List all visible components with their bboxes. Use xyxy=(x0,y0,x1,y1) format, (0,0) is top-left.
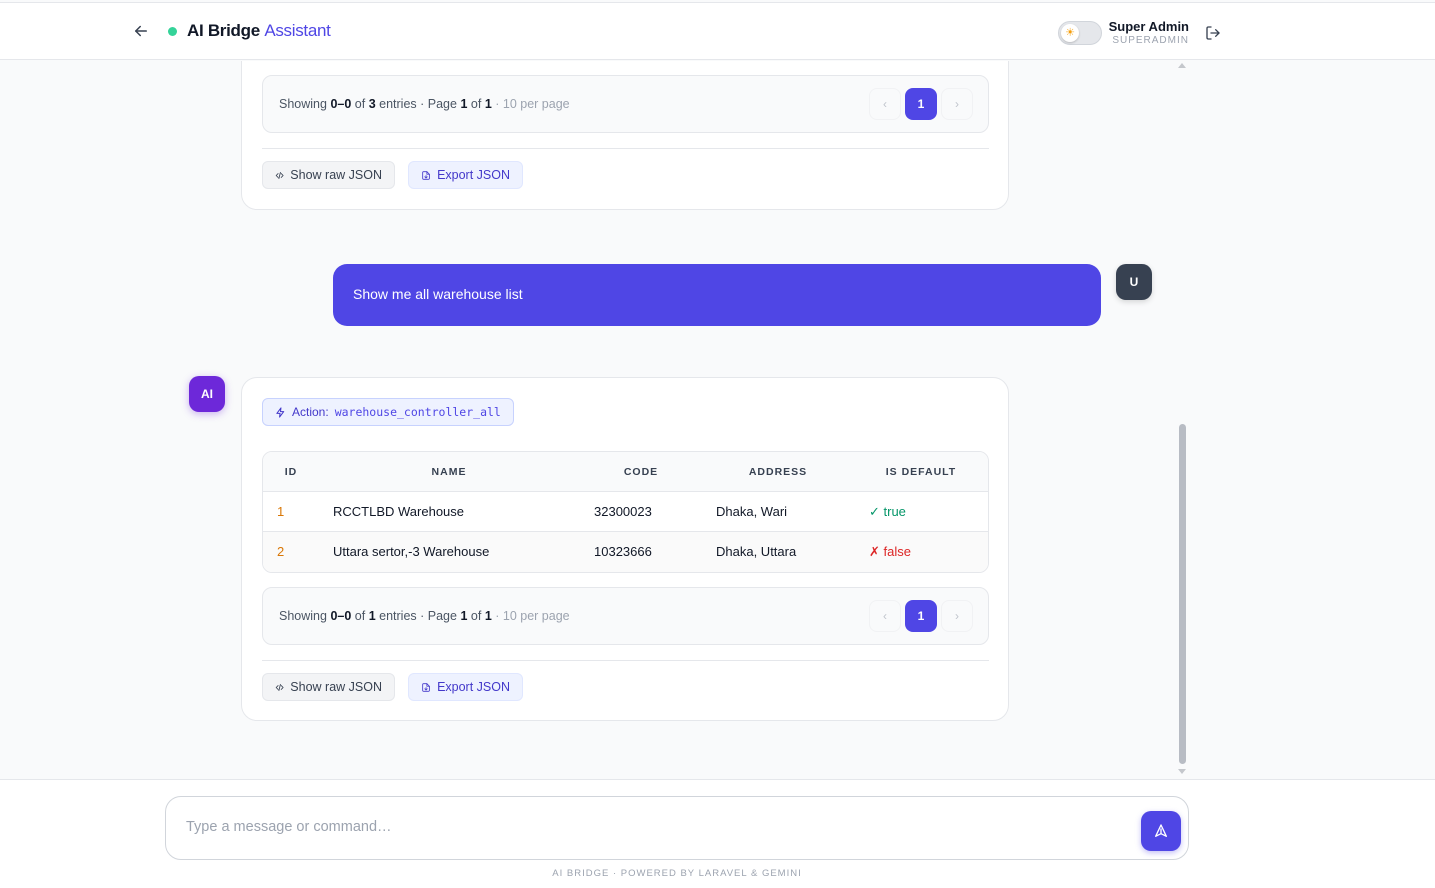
page-title: AI Bridge Assistant xyxy=(187,21,331,41)
column-header-id[interactable]: ID xyxy=(277,466,305,478)
show-raw-json-button[interactable]: Show raw JSON xyxy=(262,673,395,701)
action-badge: Action: warehouse_controller_all xyxy=(262,398,514,426)
logout-icon xyxy=(1206,26,1220,40)
cell-id: 1 xyxy=(277,504,285,519)
previous-result-card: Showing 0–0 of 3 entries · Page 1 of 1 ·… xyxy=(241,61,1009,210)
table-row: 2 Uttara sertor,-3 Warehouse 10323666 Dh… xyxy=(263,532,988,572)
pagination-bar: Showing 0–0 of 1 entries · Page 1 of 1 ·… xyxy=(262,587,989,645)
logout-button[interactable] xyxy=(1204,24,1222,42)
title-bold: AI Bridge xyxy=(187,21,260,40)
send-button[interactable] xyxy=(1141,811,1181,851)
code-icon xyxy=(275,683,284,691)
export-json-button[interactable]: Export JSON xyxy=(408,161,523,189)
ai-avatar: AI xyxy=(189,376,225,412)
scroll-up-arrow[interactable] xyxy=(1178,63,1186,68)
warehouse-table: ID NAME CODE ADDRESS IS DEFAULT 1 RCCTLB… xyxy=(262,451,989,573)
bolt-icon xyxy=(276,406,285,418)
prev-page-button[interactable]: ‹ xyxy=(869,88,901,120)
pagination-summary: Showing 0–0 of 1 entries · Page 1 of 1 ·… xyxy=(279,609,570,623)
column-header-address[interactable]: ADDRESS xyxy=(723,466,833,478)
export-json-button[interactable]: Export JSON xyxy=(408,673,523,701)
footer-note: AI BRIDGE · POWERED BY LARAVEL & GEMINI xyxy=(552,868,802,879)
column-header-is-default[interactable]: IS DEFAULT xyxy=(875,466,967,478)
arrow-left-icon xyxy=(135,25,147,37)
user-message-text: Show me all warehouse list xyxy=(353,286,523,302)
action-code: warehouse_controller_all xyxy=(334,405,501,419)
chevron-left-icon: ‹ xyxy=(883,97,887,111)
file-export-icon xyxy=(422,170,430,180)
table-row: 1 RCCTLBD Warehouse 32300023 Dhaka, Wari… xyxy=(263,492,988,532)
cell-name: RCCTLBD Warehouse xyxy=(333,504,465,519)
ai-response-card: Action: warehouse_controller_all ID NAME… xyxy=(241,377,1009,721)
chat-scroll-area[interactable]: Showing 0–0 of 3 entries · Page 1 of 1 ·… xyxy=(0,61,1435,779)
app-header: AI Bridge Assistant ☀ Super Admin SUPERA… xyxy=(0,2,1435,60)
pagination-summary: Showing 0–0 of 3 entries · Page 1 of 1 ·… xyxy=(279,97,570,111)
column-header-code[interactable]: CODE xyxy=(603,466,679,478)
next-page-button[interactable]: › xyxy=(941,600,973,632)
column-header-name[interactable]: NAME xyxy=(383,466,515,478)
table-header: ID NAME CODE ADDRESS IS DEFAULT xyxy=(263,452,988,492)
online-status-dot xyxy=(168,27,177,36)
divider xyxy=(262,148,989,149)
page-number-button[interactable]: 1 xyxy=(905,88,937,120)
message-input[interactable] xyxy=(186,815,1126,839)
scroll-down-arrow[interactable] xyxy=(1178,769,1186,774)
sun-icon: ☀ xyxy=(1061,24,1079,42)
title-accent: Assistant xyxy=(264,21,331,40)
cell-code: 10323666 xyxy=(594,544,652,559)
next-page-button[interactable]: › xyxy=(941,88,973,120)
send-icon xyxy=(1155,824,1167,837)
chevron-right-icon: › xyxy=(955,97,959,111)
cell-code: 32300023 xyxy=(594,504,652,519)
back-button[interactable] xyxy=(130,20,152,42)
cell-id: 2 xyxy=(277,544,285,559)
prev-page-button[interactable]: ‹ xyxy=(869,600,901,632)
cell-is-default: ✗ false xyxy=(869,544,911,559)
scrollbar-thumb[interactable] xyxy=(1179,424,1186,764)
cell-name: Uttara sertor,-3 Warehouse xyxy=(333,544,490,559)
message-composer xyxy=(165,796,1189,860)
user-name: Super Admin xyxy=(1108,19,1189,34)
user-role: SUPERADMIN xyxy=(1112,35,1189,46)
cell-address: Dhaka, Uttara xyxy=(716,544,797,559)
user-message-bubble: Show me all warehouse list xyxy=(333,264,1101,326)
pagination-bar: Showing 0–0 of 3 entries · Page 1 of 1 ·… xyxy=(262,75,989,133)
composer-bar: AI BRIDGE · POWERED BY LARAVEL & GEMINI xyxy=(0,779,1435,888)
theme-toggle[interactable]: ☀ xyxy=(1058,21,1102,45)
show-raw-json-button[interactable]: Show raw JSON xyxy=(262,161,395,189)
cell-address: Dhaka, Wari xyxy=(716,504,788,519)
code-icon xyxy=(275,171,284,179)
chevron-right-icon: › xyxy=(955,609,959,623)
user-avatar: U xyxy=(1116,264,1152,300)
divider xyxy=(262,660,989,661)
page-number-button[interactable]: 1 xyxy=(905,600,937,632)
cell-is-default: ✓ true xyxy=(869,504,906,519)
file-export-icon xyxy=(422,682,430,692)
chevron-left-icon: ‹ xyxy=(883,609,887,623)
